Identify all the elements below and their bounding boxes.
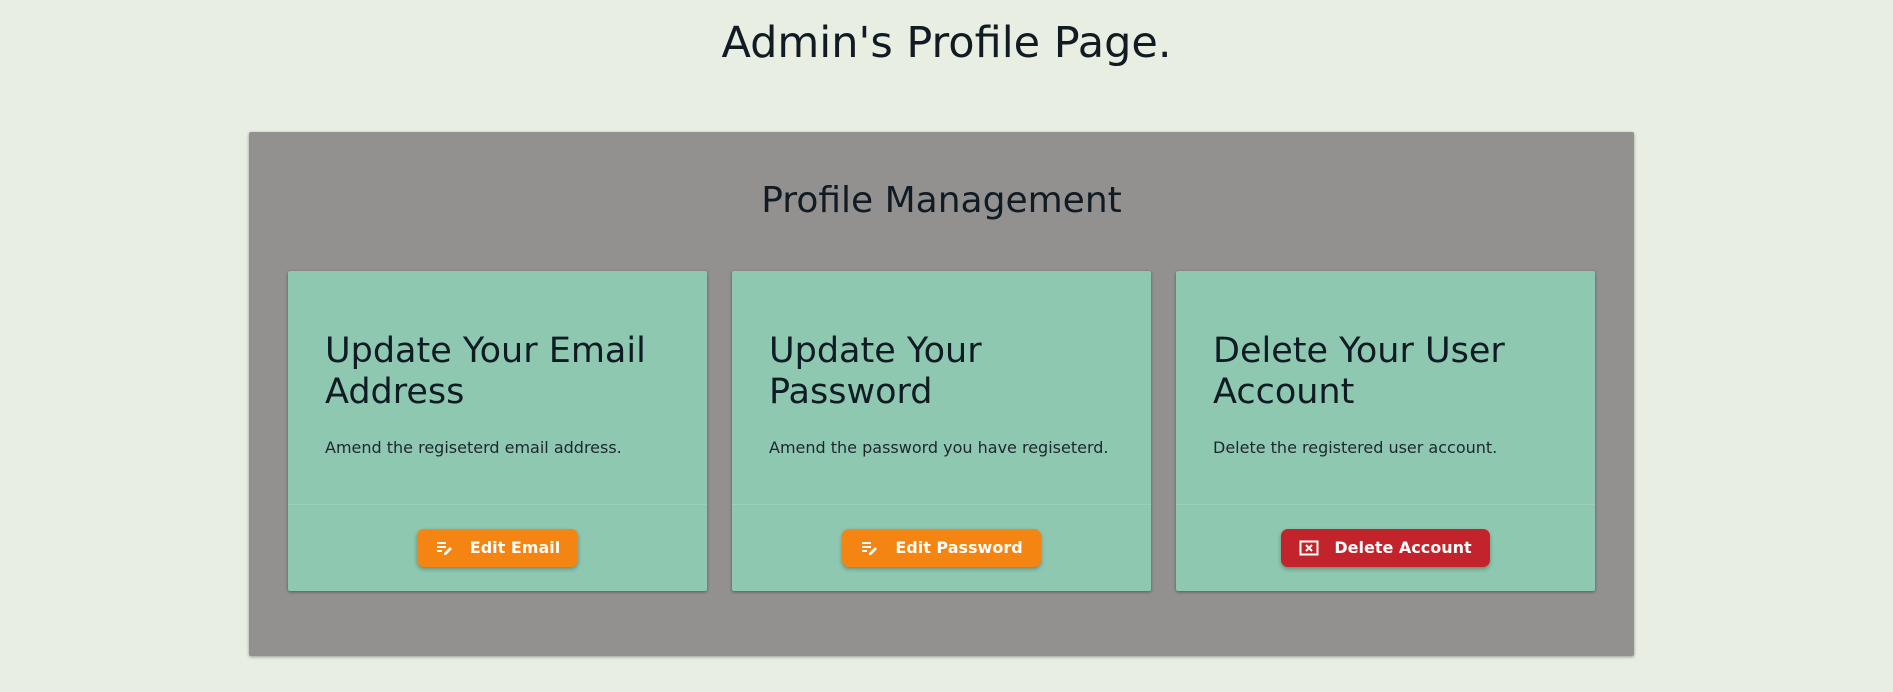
card-title: Update Your Password bbox=[769, 331, 982, 412]
card-footer: Delete Account bbox=[1176, 504, 1595, 592]
delete-account-card: Delete Your User Account Delete the regi… bbox=[1176, 271, 1595, 591]
update-password-card: Update Your Password Amend the password … bbox=[732, 271, 1151, 591]
page-title: Admin's Profile Page. bbox=[721, 18, 1172, 68]
edit-email-button[interactable]: Edit Email bbox=[416, 528, 579, 567]
card-text: Amend the password you have regiseterd. bbox=[769, 438, 1109, 457]
card-text: Amend the regiseterd email address. bbox=[325, 438, 622, 457]
card-footer: Edit Password bbox=[732, 504, 1151, 592]
edit-password-button[interactable]: Edit Password bbox=[842, 528, 1041, 567]
cancel-presentation-icon bbox=[1299, 538, 1319, 558]
card-body: Update Your Password Amend the password … bbox=[769, 331, 1121, 457]
edit-note-icon bbox=[860, 538, 880, 558]
panel-title: Profile Management bbox=[761, 180, 1122, 221]
card-title: Delete Your User Account bbox=[1213, 331, 1505, 412]
card-body: Update Your Email Address Amend the regi… bbox=[325, 331, 677, 457]
button-label: Edit Password bbox=[895, 538, 1023, 557]
update-email-card: Update Your Email Address Amend the regi… bbox=[288, 271, 707, 591]
button-label: Delete Account bbox=[1334, 538, 1472, 557]
button-label: Edit Email bbox=[469, 538, 561, 557]
profile-management-panel: Profile Management Update Your Email Add… bbox=[249, 132, 1634, 656]
card-title: Update Your Email Address bbox=[325, 331, 646, 412]
edit-note-icon bbox=[435, 538, 455, 558]
card-footer: Edit Email bbox=[288, 504, 707, 592]
card-body: Delete Your User Account Delete the regi… bbox=[1213, 331, 1565, 457]
delete-account-button[interactable]: Delete Account bbox=[1281, 528, 1490, 567]
card-text: Delete the registered user account. bbox=[1213, 438, 1498, 457]
